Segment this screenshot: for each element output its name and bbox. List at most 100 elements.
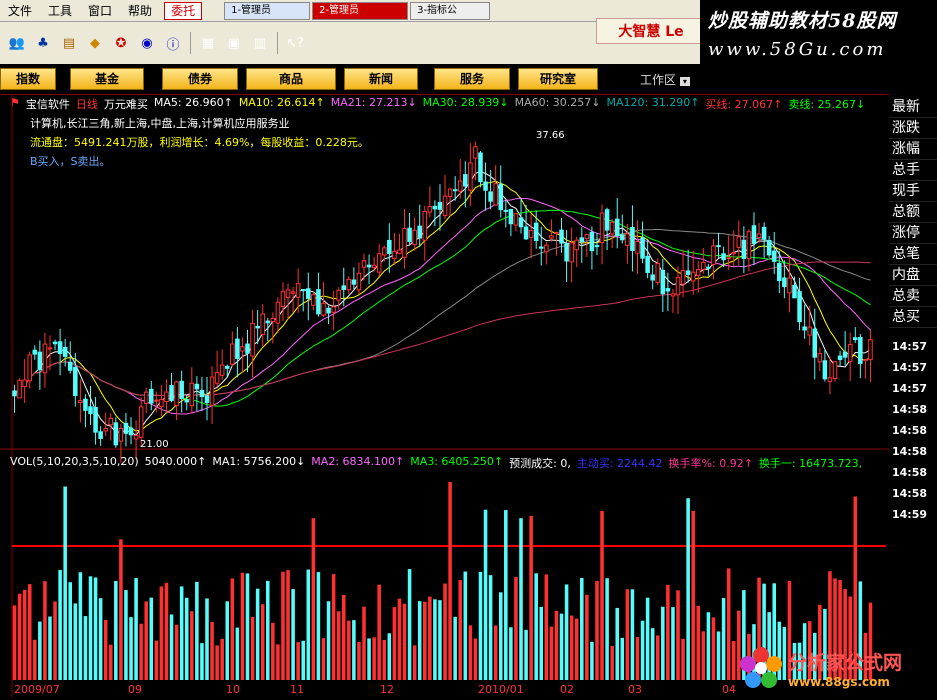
candle-body (574, 239, 579, 251)
candle-body (614, 218, 620, 236)
candle-body (721, 253, 726, 261)
nav-service-button[interactable]: 服务 (434, 68, 510, 90)
tick-time: 14:57 (892, 340, 928, 353)
candle-body (447, 188, 453, 198)
quote-field-label[interactable]: 涨幅 (889, 139, 937, 160)
people-icon[interactable]: 👥 (7, 33, 27, 53)
quote-field-label[interactable]: 总手 (889, 160, 937, 181)
candle-body (412, 229, 417, 246)
candle-body (346, 278, 352, 291)
x-axis-label: 11 (290, 683, 304, 696)
candle-body (858, 337, 863, 364)
compass-icon[interactable]: ✪ (111, 33, 131, 53)
trade-button[interactable]: 委托 (164, 1, 203, 20)
chart-area[interactable]: 37.66 21.00 2009/07 09 10 11 12 2010/01 02 03 04 (0, 94, 893, 697)
quote-field-label[interactable]: 现手 (889, 181, 937, 202)
globe-icon[interactable]: ◉ (137, 33, 157, 53)
watermark-top: 炒股辅助教材58股网 www.58Gu.com (700, 0, 937, 64)
candlestick-chart[interactable]: 37.6621.002009/07 09 10 11 12 2010/01 02 03 04 (0, 95, 893, 697)
ma-values: MA5: 26.960↑ MA10: 26.614↑ MA21: 27.213↓ MA… (154, 96, 865, 112)
nav-news-button[interactable]: 新闻 (344, 68, 418, 90)
candle-body (78, 399, 83, 403)
volume-bar (438, 600, 442, 680)
nav-bond-button[interactable]: 债券 (162, 68, 238, 90)
volume-bar (498, 592, 503, 680)
candle-body (452, 189, 458, 192)
candle-body (179, 380, 184, 400)
volume-bar (645, 597, 650, 680)
volume-bar (585, 594, 589, 680)
diamond-icon[interactable]: ◆ (85, 33, 105, 53)
ma-value: MA5: 26.960↑ (153, 96, 233, 109)
briefcase-icon[interactable]: ▤ (59, 33, 79, 53)
volume-bar (554, 610, 559, 680)
volume-bar (98, 598, 103, 680)
candle-body (159, 399, 164, 407)
menu-window[interactable]: 窗口 (80, 1, 120, 21)
quote-field-label[interactable]: 涨跌 (889, 118, 937, 139)
menu-help[interactable]: 帮助 (120, 1, 160, 21)
volume-bar (78, 572, 83, 680)
candle-body (538, 246, 544, 249)
task-tab-2[interactable]: 2-管理员 (312, 1, 409, 20)
help-cursor-icon[interactable]: ↖? (285, 33, 305, 53)
dropdown-icon[interactable]: ▾ (679, 76, 690, 86)
candle-body (67, 361, 73, 371)
quote-field-label[interactable]: 总额 (889, 202, 937, 223)
window-icon[interactable]: ▣ (224, 33, 244, 53)
candle-body (711, 245, 716, 266)
volume-bar (88, 576, 93, 680)
low-price-label: 21.00 (140, 439, 169, 450)
watermark-bottom-title: 分析家公式网 (788, 651, 903, 674)
candle-body (609, 221, 615, 235)
volume-bar (423, 601, 427, 680)
nav-index-button[interactable]: 指数 (0, 68, 56, 90)
stock-fund-line: 流通盘：5491.241万股，利润增长：4.69%，每股收益：0.228元。 (30, 136, 369, 149)
menu-file[interactable]: 文件 (0, 1, 40, 21)
moving-average-line (14, 261, 871, 397)
quote-field-label[interactable]: 总卖 (889, 286, 937, 307)
candle-body (326, 307, 331, 314)
quote-field-label[interactable]: 总笔 (889, 244, 937, 265)
quote-field-label[interactable]: 内盘 (889, 265, 937, 286)
calendar-icon[interactable]: ▦ (198, 33, 218, 53)
volume-values: 5040.000↑ MA1: 5756.200↓ MA2: 6834.100↑ MA3… (145, 455, 862, 471)
menu-tools[interactable]: 工具 (40, 1, 80, 21)
tick-time: 14:58 (892, 487, 928, 500)
candle-body (579, 237, 585, 243)
nav-fund-button[interactable]: 基金 (70, 68, 144, 90)
candle-body (321, 302, 326, 316)
candle-body (306, 288, 311, 299)
candle-body (645, 255, 650, 274)
candle-body (787, 277, 792, 294)
volume-bar (417, 601, 422, 680)
quote-field-label[interactable]: 最新 (889, 97, 937, 118)
task-tab-1[interactable]: 1-管理员 (224, 1, 311, 20)
volume-bar (326, 601, 331, 680)
quote-field-label[interactable]: 涨停 (889, 223, 937, 244)
volume-bar (103, 619, 108, 680)
candle-body (544, 244, 549, 253)
chart-tool-icon[interactable]: ♣ (33, 33, 53, 53)
grid-icon[interactable]: ▥ (250, 33, 270, 53)
nav-research-button[interactable]: 研究室 (518, 68, 598, 90)
volume-bar (250, 616, 255, 680)
nav-commodity-button[interactable]: 商品 (246, 68, 336, 90)
chart-period[interactable]: 日线 (76, 96, 98, 112)
candle-body (397, 249, 402, 254)
volume-bar (144, 601, 148, 680)
volume-bar (569, 615, 574, 680)
task-tab-3[interactable]: 3-指标公 (410, 1, 491, 20)
info-icon[interactable]: ⓘ (163, 33, 183, 53)
workarea-label[interactable]: 工作区 ▾ (640, 71, 690, 88)
volume-bar (134, 578, 138, 680)
candle-body (635, 241, 640, 254)
volume-bar (721, 597, 726, 680)
candle-body (483, 181, 488, 191)
candle-body (716, 245, 721, 248)
candle-body (224, 365, 230, 369)
quote-field-label[interactable]: 总买 (889, 307, 937, 328)
candle-body (670, 293, 676, 297)
candle-body (250, 322, 255, 357)
candle-body (194, 383, 200, 390)
